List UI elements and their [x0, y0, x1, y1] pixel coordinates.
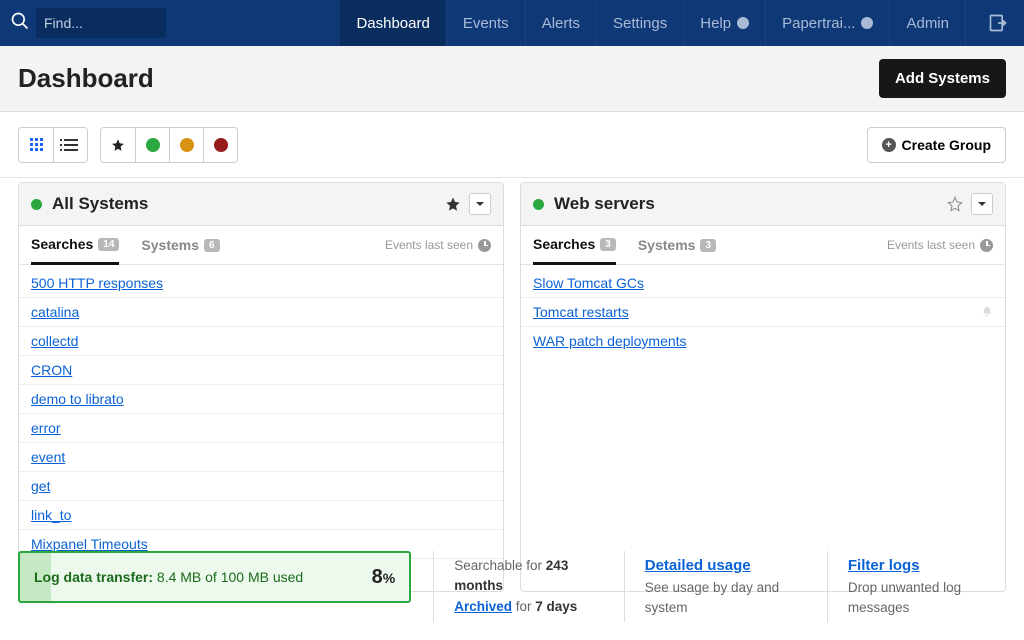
chevron-down-icon [861, 17, 873, 29]
search-wrap [0, 0, 174, 46]
list-item: event [19, 443, 503, 472]
list-item: CRON [19, 356, 503, 385]
detailed-usage-link[interactable]: Detailed usage [645, 557, 751, 574]
search-link[interactable]: collectd [31, 333, 78, 349]
usage-percent: 8% [372, 566, 396, 589]
star-button[interactable] [947, 196, 963, 212]
search-link[interactable]: link_to [31, 507, 71, 523]
list-item: error [19, 414, 503, 443]
list-item: catalina [19, 298, 503, 327]
panel-menu-button[interactable] [971, 193, 993, 215]
panel-web-servers: Web servers Searches3 Systems3 Events la… [520, 182, 1006, 592]
search-link[interactable]: event [31, 449, 65, 465]
logout-icon[interactable] [965, 0, 1024, 46]
filter-logs-link[interactable]: Filter logs [848, 557, 920, 574]
star-icon [111, 138, 125, 152]
nav-admin[interactable]: Admin [889, 0, 965, 46]
panel-all-systems: All Systems Searches14 Systems6 Events l… [18, 182, 504, 592]
page-title: Dashboard [18, 63, 879, 94]
search-link[interactable]: WAR patch deployments [533, 333, 687, 349]
search-icon [10, 11, 30, 36]
nav-settings[interactable]: Settings [596, 0, 683, 46]
clock-icon [478, 239, 491, 252]
nav-events[interactable]: Events [446, 0, 525, 46]
filter-red-button[interactable] [203, 128, 237, 162]
star-button[interactable] [445, 196, 461, 212]
footer: Log data transfer: 8.4 MB of 100 MB used… [18, 551, 1006, 622]
list-item: Slow Tomcat GCs [521, 269, 1005, 298]
footer-retention: Searchable for 243 months Archived for 7… [433, 551, 602, 622]
list-item: Tomcat restarts [521, 298, 1005, 327]
tab-searches[interactable]: Searches3 [533, 236, 616, 265]
list-item: link_to [19, 501, 503, 530]
panel-header: Web servers [521, 183, 1005, 226]
search-link[interactable]: catalina [31, 304, 79, 320]
filter-group [100, 127, 238, 163]
list-view-button[interactable] [53, 128, 87, 162]
create-group-button[interactable]: +Create Group [867, 127, 1006, 163]
status-dot-icon [533, 199, 544, 210]
search-link[interactable]: Tomcat restarts [533, 304, 629, 320]
archived-link[interactable]: Archived [454, 599, 512, 614]
panel-menu-button[interactable] [469, 193, 491, 215]
clock-icon [980, 239, 993, 252]
add-systems-button[interactable]: Add Systems [879, 59, 1006, 98]
plus-icon: + [882, 138, 896, 152]
search-link[interactable]: get [31, 478, 50, 494]
filter-star-button[interactable] [101, 128, 135, 162]
chevron-down-icon [737, 17, 749, 29]
list-item: 500 HTTP responses [19, 269, 503, 298]
tab-systems[interactable]: Systems3 [638, 237, 716, 263]
search-link[interactable]: CRON [31, 362, 72, 378]
panel-title: All Systems [52, 194, 445, 214]
list-item: collectd [19, 327, 503, 356]
footer-filter: Filter logs Drop unwanted log messages [827, 551, 1006, 622]
search-link[interactable]: Slow Tomcat GCs [533, 275, 644, 291]
filter-green-button[interactable] [135, 128, 169, 162]
search-list: Slow Tomcat GCs Tomcat restarts WAR patc… [521, 265, 1005, 359]
search-link[interactable]: 500 HTTP responses [31, 275, 163, 291]
usage-bar: Log data transfer: 8.4 MB of 100 MB used… [18, 551, 411, 603]
bell-icon [981, 306, 993, 318]
search-link[interactable]: error [31, 420, 61, 436]
search-input[interactable] [36, 8, 166, 38]
search-link[interactable]: Mixpanel Timeouts [31, 536, 148, 552]
list-item: get [19, 472, 503, 501]
usage-label: Log data transfer: 8.4 MB of 100 MB used [34, 569, 303, 585]
grid-view-button[interactable] [19, 128, 53, 162]
panels: All Systems Searches14 Systems6 Events l… [0, 182, 1024, 592]
panel-title: Web servers [554, 194, 947, 214]
top-nav: Dashboard Events Alerts Settings Help Pa… [0, 0, 1024, 46]
toolbar: +Create Group [0, 112, 1024, 178]
nav-papertrail[interactable]: Papertrai... [765, 0, 889, 46]
view-toggle [18, 127, 88, 163]
nav-dashboard[interactable]: Dashboard [339, 0, 445, 46]
events-last-seen: Events last seen [385, 238, 491, 262]
list-item: demo to librato [19, 385, 503, 414]
list-item: WAR patch deployments [521, 327, 1005, 355]
tab-searches[interactable]: Searches14 [31, 236, 119, 265]
panel-header: All Systems [19, 183, 503, 226]
page-header: Dashboard Add Systems [0, 46, 1024, 112]
footer-detailed: Detailed usage See usage by day and syst… [624, 551, 805, 622]
tab-systems[interactable]: Systems6 [141, 237, 219, 263]
grid-icon [30, 138, 43, 151]
events-last-seen: Events last seen [887, 238, 993, 262]
search-list: 500 HTTP responses catalina collectd CRO… [19, 265, 503, 591]
filter-orange-button[interactable] [169, 128, 203, 162]
panel-tabs: Searches14 Systems6 Events last seen [19, 226, 503, 265]
panel-tabs: Searches3 Systems3 Events last seen [521, 226, 1005, 265]
dot-red-icon [214, 138, 228, 152]
dot-orange-icon [180, 138, 194, 152]
status-dot-icon [31, 199, 42, 210]
list-icon [64, 139, 78, 151]
nav-help[interactable]: Help [683, 0, 765, 46]
search-link[interactable]: demo to librato [31, 391, 124, 407]
nav-alerts[interactable]: Alerts [525, 0, 596, 46]
dot-green-icon [146, 138, 160, 152]
